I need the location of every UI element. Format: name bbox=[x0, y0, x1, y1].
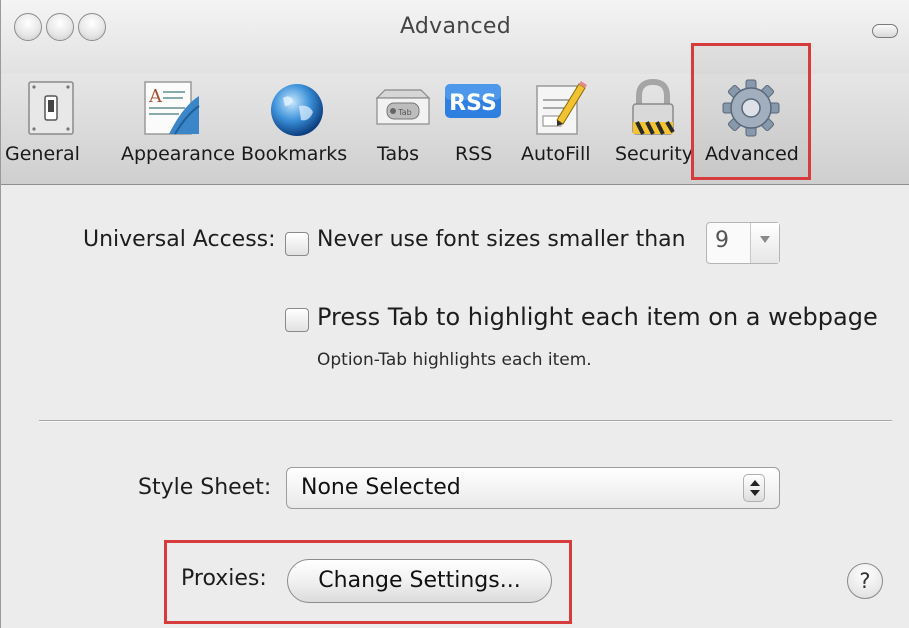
preferences-window: Advanced General A Appearance Bookmarks … bbox=[0, 0, 909, 628]
svg-text:A: A bbox=[148, 86, 163, 107]
toolbar-item-bookmarks[interactable]: Bookmarks bbox=[237, 74, 357, 184]
style-sheet-label: Style Sheet: bbox=[138, 475, 272, 500]
autofill-pencil-icon bbox=[536, 81, 587, 135]
min-font-size-option-label: Never use font sizes smaller than bbox=[317, 227, 686, 252]
toolbar-item-security[interactable]: Security bbox=[609, 74, 695, 184]
universal-access-label: Universal Access: bbox=[83, 227, 276, 252]
toolbar-label-autofill: AutoFill bbox=[521, 143, 591, 165]
advanced-highlight-box bbox=[691, 43, 811, 180]
proxies-label: Proxies: bbox=[181, 566, 267, 591]
toolbar-item-rss[interactable]: RSS RSS bbox=[435, 74, 507, 184]
globe-icon bbox=[271, 84, 323, 136]
general-switch-icon bbox=[28, 81, 74, 135]
min-font-size-checkbox[interactable] bbox=[285, 232, 309, 256]
tab-highlight-note: Option-Tab highlights each item. bbox=[317, 350, 592, 370]
popup-arrows-icon bbox=[743, 474, 765, 502]
section-divider bbox=[39, 420, 892, 422]
toolbar-toggle-button[interactable] bbox=[872, 24, 898, 38]
min-font-size-value: 9 bbox=[715, 228, 729, 253]
tabs-icon-text: Tab bbox=[397, 108, 412, 117]
toolbar-label-security: Security bbox=[615, 143, 694, 165]
toolbar-item-appearance[interactable]: A Appearance bbox=[115, 74, 236, 184]
padlock-icon bbox=[632, 78, 675, 135]
window-title: Advanced bbox=[399, 14, 512, 39]
toolbar-item-autofill[interactable]: AutoFill bbox=[513, 74, 605, 184]
chevron-down-icon[interactable] bbox=[750, 223, 779, 263]
rss-icon: RSS bbox=[445, 84, 501, 118]
toolbar-item-general[interactable]: General bbox=[1, 74, 109, 184]
toolbar-item-tabs[interactable]: Tab Tabs bbox=[361, 74, 431, 184]
tab-highlight-option-label: Press Tab to highlight each item on a we… bbox=[317, 303, 878, 331]
toolbar-label-appearance: Appearance bbox=[121, 143, 236, 165]
toolbar-label-general: General bbox=[5, 143, 80, 165]
toolbar-label-rss: RSS bbox=[455, 143, 493, 165]
appearance-icon: A bbox=[144, 81, 200, 135]
toolbar-label-bookmarks: Bookmarks bbox=[241, 143, 348, 165]
style-sheet-value: None Selected bbox=[301, 475, 461, 500]
style-sheet-popup[interactable]: None Selected bbox=[286, 467, 780, 509]
min-font-size-select[interactable]: 9 bbox=[706, 222, 780, 264]
rss-icon-text: RSS bbox=[449, 91, 497, 116]
tabs-icon: Tab bbox=[375, 89, 431, 125]
change-settings-button[interactable]: Change Settings... bbox=[287, 559, 552, 603]
tab-highlight-checkbox[interactable] bbox=[285, 308, 309, 332]
help-button[interactable]: ? bbox=[847, 563, 883, 599]
toolbar-label-tabs: Tabs bbox=[377, 143, 420, 165]
